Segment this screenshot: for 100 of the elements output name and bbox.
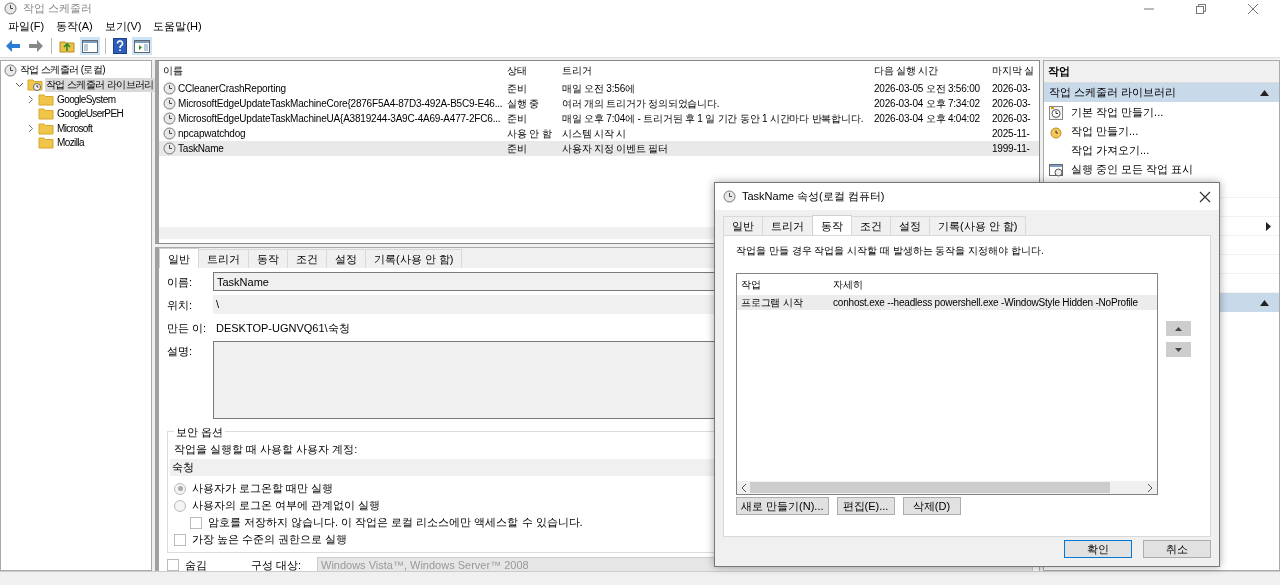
clock-icon bbox=[1049, 124, 1063, 139]
action-button[interactable]: 편집(E)... bbox=[836, 497, 895, 515]
collapsed-chevron-icon[interactable] bbox=[26, 123, 35, 133]
clock-icon bbox=[163, 97, 176, 110]
clock-icon bbox=[163, 142, 176, 155]
tab[interactable]: 설정 bbox=[890, 216, 930, 235]
expanded-chevron-icon[interactable] bbox=[15, 80, 24, 90]
table-cell: 실행 중 bbox=[507, 96, 539, 111]
collapse-icon[interactable] bbox=[1260, 299, 1269, 306]
tab[interactable]: 동작 bbox=[248, 249, 288, 268]
checkbox[interactable] bbox=[167, 559, 179, 571]
action-button[interactable]: 새로 만들기(N)... bbox=[736, 497, 829, 515]
tab[interactable]: 일반 bbox=[723, 216, 763, 235]
radio-button[interactable] bbox=[174, 482, 186, 495]
tab[interactable]: 트리거 bbox=[198, 249, 249, 268]
ok-button[interactable]: 확인 bbox=[1064, 540, 1132, 558]
column-header[interactable]: 이름 bbox=[159, 64, 503, 78]
option-label: 가장 높은 수준의 권한으로 실행 bbox=[192, 532, 348, 547]
checkbox[interactable] bbox=[174, 533, 186, 546]
table-cell: 시스템 시작 시 bbox=[562, 126, 626, 141]
column-header[interactable]: 작업 bbox=[737, 277, 829, 292]
clock-icon bbox=[163, 112, 176, 125]
field-label: 만든 이: bbox=[167, 321, 208, 336]
action-item[interactable]: 기본 작업 만들기... bbox=[1044, 103, 1279, 122]
table-cell: 2026-03- bbox=[992, 98, 1031, 109]
collapsed-chevron-icon[interactable] bbox=[26, 94, 35, 104]
action-item[interactable]: 작업 가져오기... bbox=[1044, 141, 1279, 160]
table-row[interactable]: CCleanerCrashReporting 준비 매일 오전 3:56에 2026-03-05 오전 3:56:00 2026-03- bbox=[159, 81, 1039, 96]
option-label: 숨김 bbox=[185, 557, 208, 573]
cancel-button[interactable]: 취소 bbox=[1143, 540, 1211, 558]
scroll-right-icon[interactable] bbox=[1147, 483, 1153, 492]
pane-toggle-icon[interactable] bbox=[82, 39, 98, 53]
menu-item[interactable]: 보기(V) bbox=[98, 18, 148, 34]
move-up-button[interactable] bbox=[1166, 321, 1191, 336]
option-label: 사용자가 로그온할 때만 실행 bbox=[192, 481, 334, 496]
table-row[interactable]: 프로그램 시작 conhost.exe --headless powershell.exe -WindowStyle Hidden -NoProfile bbox=[737, 295, 1157, 310]
table-cell: 2026-03- bbox=[992, 83, 1031, 94]
tree-item[interactable]: GoogleSystem bbox=[56, 93, 117, 105]
dialog-title: TaskName 속성(로컬 컴퓨터) bbox=[742, 189, 885, 204]
group-title: 보안 옵션 bbox=[174, 425, 226, 440]
table-cell: 프로그램 시작 bbox=[741, 296, 803, 308]
move-down-button[interactable] bbox=[1166, 342, 1191, 357]
menu-item[interactable]: 동작(A) bbox=[50, 18, 99, 34]
tree-item[interactable]: 작업 스케줄러 라이브러리 bbox=[45, 77, 155, 92]
tab[interactable]: 기록(사용 안 함) bbox=[929, 216, 1027, 235]
tab[interactable]: 설정 bbox=[326, 249, 366, 268]
table-cell: 준비 bbox=[507, 111, 527, 126]
tree-item[interactable]: Mozilla bbox=[56, 137, 85, 149]
collapse-icon[interactable] bbox=[1260, 89, 1269, 96]
table-cell: npcapwatchdog bbox=[178, 128, 246, 139]
table-row[interactable]: npcapwatchdog 사용 안 함 시스템 시작 시 2025-11- bbox=[159, 126, 1039, 141]
folder-up-icon[interactable] bbox=[59, 39, 75, 53]
tab[interactable]: 조건 bbox=[287, 249, 327, 268]
instruction-text: 작업을 만들 경우 작업을 시작할 때 발생하는 동작을 지정해야 합니다. bbox=[736, 244, 1045, 258]
checkbox[interactable] bbox=[190, 516, 202, 529]
help-icon[interactable] bbox=[113, 38, 127, 54]
table-cell: 사용자 지정 이벤트 필터 bbox=[562, 141, 668, 156]
tab[interactable]: 동작 bbox=[812, 215, 852, 235]
scroll-left-icon[interactable] bbox=[741, 483, 747, 492]
folder-icon bbox=[38, 121, 54, 135]
scroll-thumb[interactable] bbox=[750, 482, 1110, 493]
column-header[interactable]: 트리거 bbox=[558, 64, 870, 78]
action-item[interactable]: 실행 중인 모든 작업 표시 bbox=[1044, 160, 1279, 179]
table-row[interactable]: TaskName 준비 사용자 지정 이벤트 필터 1999-11- bbox=[159, 141, 1039, 156]
menu-item[interactable]: 도움말(H) bbox=[147, 18, 208, 34]
tree-item[interactable]: Microsoft bbox=[56, 122, 94, 134]
table-cell: 여러 개의 트리거가 정의되었습니다. bbox=[562, 96, 720, 111]
table-cell: 준비 bbox=[507, 141, 527, 156]
tab[interactable]: 트리거 bbox=[762, 216, 813, 235]
column-header[interactable]: 마지막 실 bbox=[988, 64, 1039, 78]
section-header[interactable]: 작업 스케줄러 라이브러리 bbox=[1044, 83, 1279, 102]
action-button[interactable]: 삭제(D) bbox=[902, 497, 961, 515]
table-cell: 2025-11- bbox=[992, 128, 1030, 139]
restore-icon[interactable] bbox=[1195, 2, 1207, 15]
option-label: 사용자의 로그온 여부에 관계없이 실행 bbox=[192, 498, 381, 513]
panel-title: 작업 bbox=[1044, 61, 1279, 83]
window-title: 작업 스케줄러 bbox=[23, 1, 93, 16]
tree-item[interactable]: GoogleUserPEH bbox=[56, 108, 125, 120]
column-header[interactable]: 상태 bbox=[503, 64, 558, 78]
back-arrow-icon[interactable] bbox=[5, 39, 21, 53]
field-label: 구성 대상: bbox=[251, 557, 303, 573]
folder-clock-icon bbox=[27, 77, 43, 92]
table-cell: 매일 오후 7:04에 - 트리거된 후 1 일 기간 동안 1 시간마다 반복합니다. bbox=[562, 111, 864, 126]
menu-item[interactable]: 파일(F) bbox=[2, 18, 51, 34]
field-label: 이름: bbox=[167, 275, 194, 290]
submenu-arrow-icon[interactable] bbox=[1266, 221, 1271, 231]
radio-button[interactable] bbox=[174, 499, 186, 512]
table-row[interactable]: MicrosoftEdgeUpdateTaskMachineUA{A3819244-3A9C-4A69-A477-2FC6... 준비 매일 오후 7:04에 - 트리거된 후 1 일 기간 동안 1 시간마다 반복합니다. 2026-03-04 오후 4:04:02 2026-03- bbox=[159, 111, 1039, 126]
table-row[interactable]: MicrosoftEdgeUpdateTaskMachineCore{2876F5A4-87D3-492A-B5C9-E46... 실행 중 여러 개의 트리거가 정의되었습니다. 2026-03-04 오후 7:34:02 2026-03- bbox=[159, 96, 1039, 111]
tree-item[interactable]: 작업 스케줄러 (로컬) bbox=[19, 63, 107, 78]
tab[interactable]: 기록(사용 안 함) bbox=[365, 249, 463, 268]
clock-icon bbox=[163, 127, 176, 140]
action-item[interactable]: 작업 만들기... bbox=[1044, 122, 1279, 141]
action-pane-icon[interactable] bbox=[134, 39, 150, 53]
column-header[interactable]: 다음 실행 시간 bbox=[870, 64, 988, 78]
folder-icon bbox=[38, 92, 54, 106]
clock-icon bbox=[723, 190, 736, 203]
tab[interactable]: 조건 bbox=[851, 216, 891, 235]
close-icon[interactable] bbox=[1199, 190, 1211, 203]
tab[interactable]: 일반 bbox=[159, 248, 199, 268]
